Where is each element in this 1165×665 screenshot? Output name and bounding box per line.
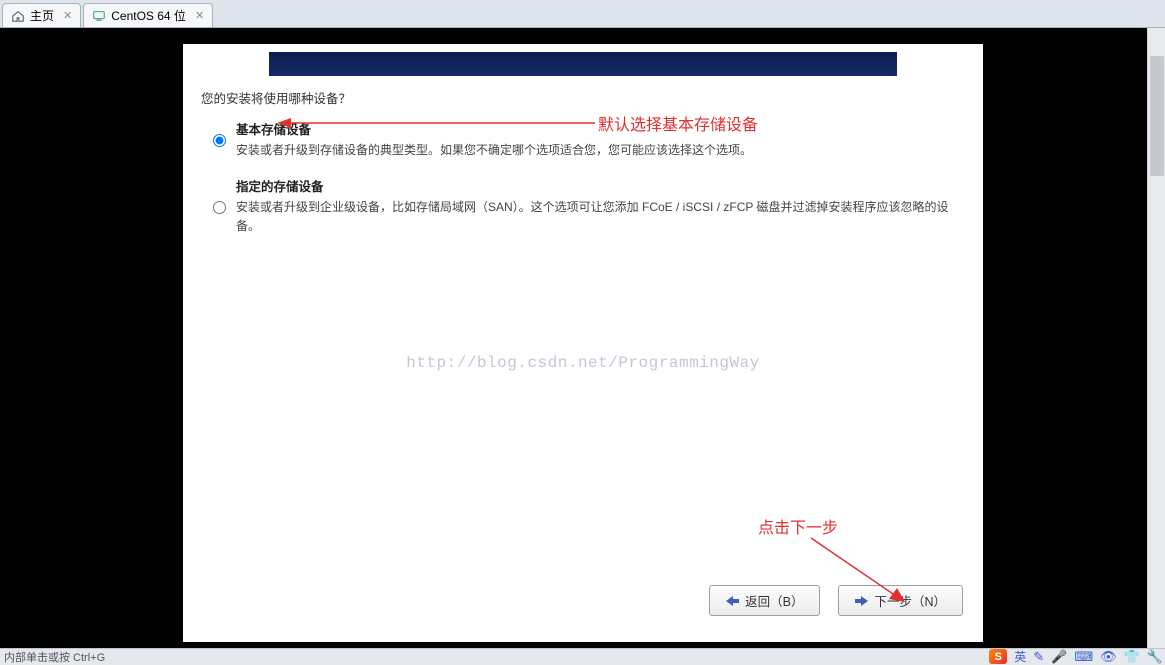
scrollbar-thumb[interactable]: [1150, 56, 1164, 176]
radio-basic[interactable]: [213, 121, 226, 160]
button-label: 下一步（N）: [874, 591, 946, 610]
option-specified-storage[interactable]: 指定的存储设备 安装或者升级到企业级设备，比如存储局域网（SAN）。这个选项可让…: [213, 176, 965, 236]
status-tray: S 英 ✎ 🎤 ⌨ 👁 👕 🔧: [989, 648, 1163, 665]
button-row: 返回（B） 下一步（N）: [709, 585, 963, 616]
question-text: 您的安装将使用哪种设备？: [201, 88, 965, 107]
close-icon[interactable]: ✕: [63, 9, 72, 22]
sogou-ime-icon[interactable]: S: [989, 649, 1007, 664]
installer-banner: [269, 52, 897, 76]
arrow-left-icon: [726, 596, 739, 606]
radio-specified[interactable]: [213, 178, 226, 236]
tab-label: 主页: [30, 7, 54, 24]
option-desc: 安装或者升级到企业级设备，比如存储局域网（SAN）。这个选项可让您添加 FCoE…: [236, 198, 965, 236]
option-desc: 安装或者升级到存储设备的典型类型。如果您不确定哪个选项适合您，您可能应该选择这个…: [236, 141, 965, 160]
vm-icon: [92, 9, 106, 23]
app-frame: 主页 ✕ CentOS 64 位 ✕ 您的安装将使用哪种设备？ 基本存储设备 安…: [0, 0, 1165, 665]
status-bar: 内部单击或按 Ctrl+G S 英 ✎ 🎤 ⌨ 👁 👕 🔧: [0, 648, 1165, 665]
status-hint: 内部单击或按 Ctrl+G: [4, 649, 105, 665]
close-icon[interactable]: ✕: [195, 9, 204, 22]
keyboard-icon[interactable]: ⌨: [1074, 649, 1093, 665]
tab-label: CentOS 64 位: [111, 7, 186, 24]
option-title: 指定的存储设备: [236, 176, 965, 195]
annotation-click-next: 点击下一步: [758, 514, 838, 538]
vm-console: 您的安装将使用哪种设备？ 基本存储设备 安装或者升级到存储设备的典型类型。如果您…: [0, 28, 1147, 648]
mic-icon[interactable]: 🎤: [1051, 649, 1067, 665]
vm-tab[interactable]: CentOS 64 位 ✕: [83, 3, 213, 27]
arrow-right-icon: [855, 596, 868, 606]
home-tab[interactable]: 主页 ✕: [2, 3, 81, 27]
tab-bar: 主页 ✕ CentOS 64 位 ✕: [0, 0, 1165, 28]
ime-language-label[interactable]: 英: [1014, 648, 1026, 665]
home-icon: [11, 9, 25, 23]
eye-icon[interactable]: 👁: [1100, 649, 1117, 665]
tool-icon[interactable]: 🔧: [1147, 649, 1163, 665]
next-button[interactable]: 下一步（N）: [838, 585, 963, 616]
tray-icon[interactable]: ✎: [1033, 649, 1044, 665]
vertical-scrollbar[interactable]: [1147, 28, 1165, 648]
button-label: 返回（B）: [745, 591, 803, 610]
option-title: 基本存储设备: [236, 119, 965, 138]
option-basic-storage[interactable]: 基本存储设备 安装或者升级到存储设备的典型类型。如果您不确定哪个选项适合您，您可…: [213, 119, 965, 160]
watermark-text: http://blog.csdn.net/ProgrammingWay: [406, 354, 760, 372]
skin-icon[interactable]: 👕: [1124, 649, 1140, 665]
installer-window: 您的安装将使用哪种设备？ 基本存储设备 安装或者升级到存储设备的典型类型。如果您…: [183, 44, 983, 642]
back-button[interactable]: 返回（B）: [709, 585, 820, 616]
